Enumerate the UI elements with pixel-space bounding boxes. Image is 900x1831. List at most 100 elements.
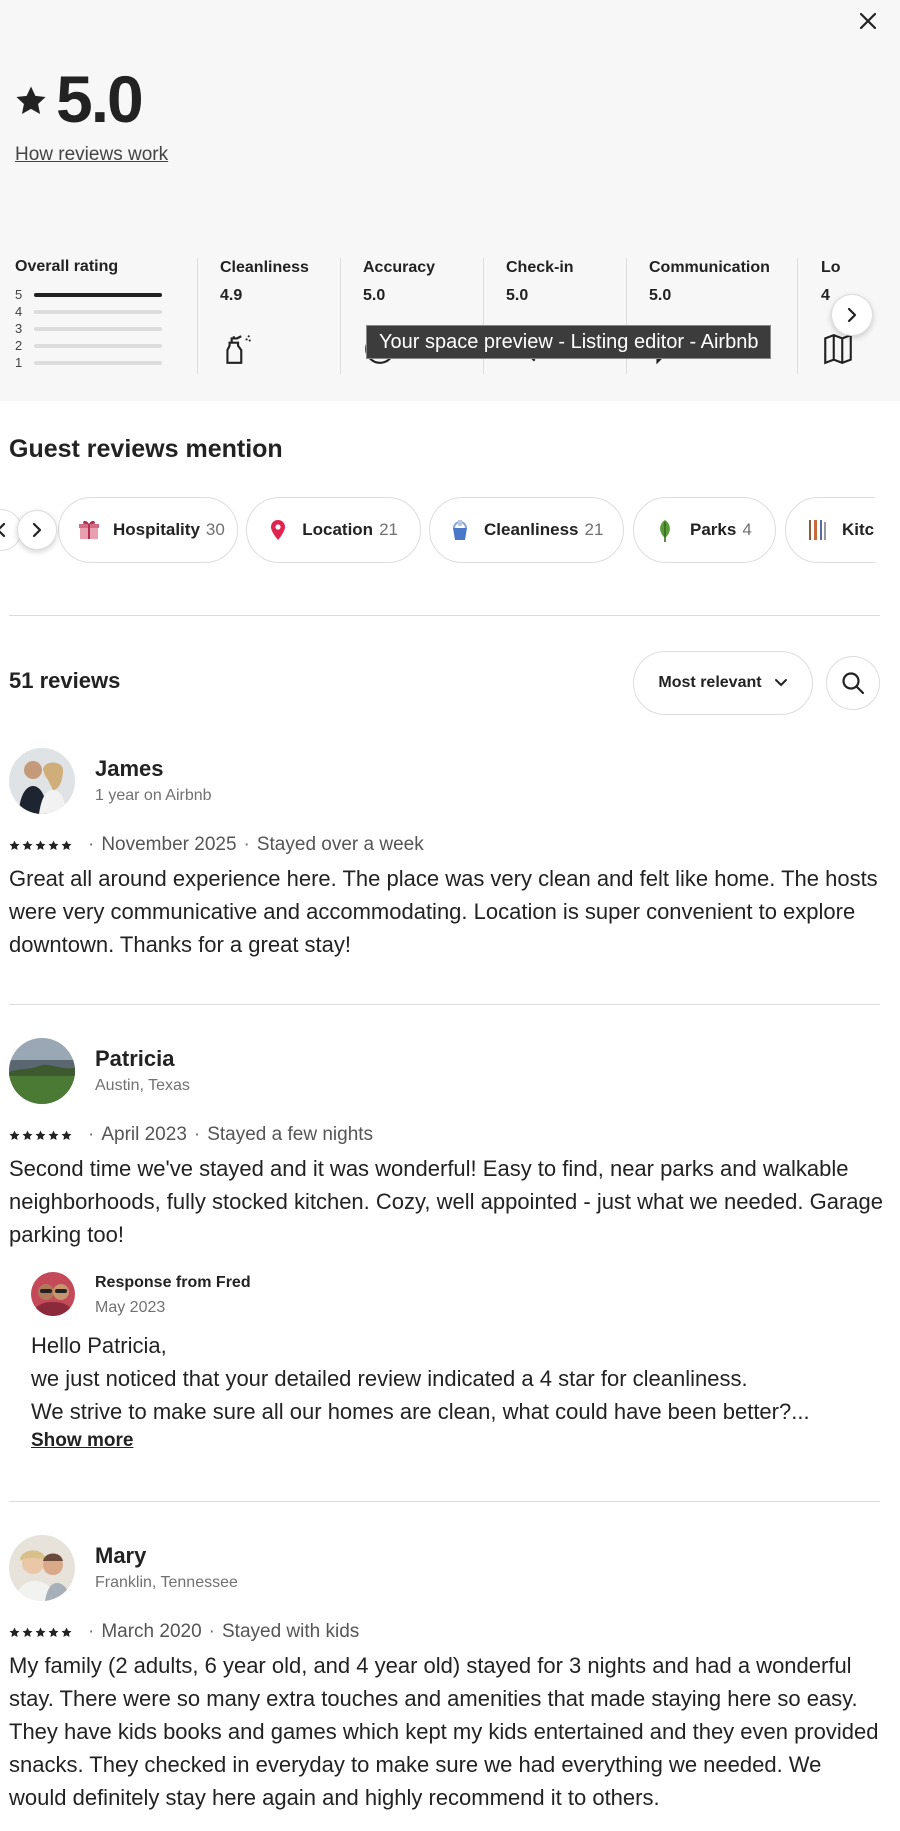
chip-label: Cleanliness — [484, 520, 579, 539]
chip-count: 30 — [205, 520, 225, 539]
rating-histogram: 5 4 3 2 1 — [15, 286, 175, 371]
star-icon — [16, 86, 46, 115]
divider — [9, 615, 880, 616]
close-button[interactable] — [855, 8, 881, 34]
overall-rating-display: 5.0 — [14, 62, 144, 136]
search-icon — [842, 672, 865, 695]
mentions-title: Guest reviews mention — [9, 435, 283, 463]
histogram-star-label: 5 — [15, 287, 23, 302]
sort-dropdown[interactable]: Most relevant — [633, 651, 813, 715]
stay-type: Stayed with kids — [222, 1621, 360, 1642]
utensils-icon — [804, 517, 830, 543]
histogram-row: 4 — [15, 303, 175, 320]
chip-parks[interactable]: Parks 4 — [633, 497, 776, 563]
review-text: My family (2 adults, 6 year old, and 4 y… — [9, 1653, 879, 1810]
chip-label: Parks — [690, 520, 737, 539]
chip-label: Hospitality — [113, 520, 200, 539]
chip-label: Location — [302, 520, 374, 539]
window-title-tooltip: Your space preview - Listing editor - Ai… — [366, 325, 772, 359]
cleaning-bucket-icon — [448, 517, 472, 543]
categories-next-button[interactable] — [831, 294, 873, 336]
reviewer-subtitle: Franklin, Tennessee — [95, 1574, 238, 1591]
separator: · — [88, 1621, 95, 1642]
ratings-summary-panel: 5.0 How reviews work Overall rating 5 4 3 2… — [0, 0, 900, 401]
overall-rating-value: 5.0 — [56, 62, 144, 136]
histogram-star-label: 3 — [15, 321, 23, 336]
reviews-count: 51 reviews — [9, 668, 121, 693]
histogram-track — [34, 360, 162, 365]
spray-bottle-icon — [226, 335, 251, 364]
response-text: Hello Patricia, we just noticed that you… — [31, 1329, 884, 1428]
chevron-down-icon — [774, 679, 787, 687]
avatar — [9, 1038, 75, 1104]
histogram-row: 2 — [15, 337, 175, 354]
histogram-row: 1 — [15, 354, 175, 371]
avatar — [9, 748, 75, 814]
response-line: Hello Patricia, — [31, 1333, 167, 1358]
map-icon — [824, 333, 852, 365]
histogram-star-label: 4 — [15, 304, 23, 319]
histogram-track — [34, 309, 162, 314]
five-stars-icon — [9, 1627, 75, 1638]
review-meta: · April 2023 · Stayed a few nights — [9, 1124, 373, 1146]
response-line: We strive to make sure all our homes are… — [31, 1399, 810, 1424]
gift-icon — [77, 517, 101, 543]
review-date: April 2023 — [101, 1124, 187, 1145]
histogram-row: 3 — [15, 320, 175, 337]
separator: · — [88, 1124, 95, 1145]
stay-type: Stayed over a week — [256, 834, 424, 855]
show-more-link[interactable]: Show more — [31, 1430, 133, 1452]
host-avatar — [31, 1272, 75, 1316]
review-item: James 1 year on Airbnb · November 2025 ·… — [9, 748, 884, 957]
category-value: 5.0 — [649, 287, 672, 304]
category-label: Lo — [821, 259, 841, 276]
histogram-star-label: 2 — [15, 338, 23, 353]
chevron-right-icon — [32, 522, 42, 538]
chip-kitchen[interactable]: Kitc — [785, 497, 875, 563]
mentions-chip-row: Hospitality 30 Location 21 Cleanliness 2… — [58, 497, 875, 563]
review-text: Great all around experience here. The pl… — [9, 866, 878, 957]
chip-count: 21 — [584, 520, 604, 539]
response-from: Response from Fred — [95, 1274, 251, 1291]
mentions-next-button[interactable] — [17, 510, 57, 550]
category-label: Accuracy — [363, 259, 436, 276]
host-response: Response from Fred May 2023 Hello Patric… — [31, 1272, 884, 1472]
review-item: Patricia Austin, Texas · April 2023 · St… — [9, 1038, 884, 1458]
response-date: May 2023 — [95, 1299, 166, 1316]
how-reviews-work-link[interactable]: How reviews work — [15, 144, 168, 166]
review-meta: · March 2020 · Stayed with kids — [9, 1621, 359, 1643]
histogram-track — [34, 292, 162, 297]
chevron-left-icon — [0, 522, 6, 538]
review-text: Second time we've stayed and it was wond… — [9, 1156, 883, 1247]
chip-count: 4 — [742, 520, 752, 539]
category-value: 4.9 — [220, 287, 243, 304]
chip-hospitality[interactable]: Hospitality 30 — [58, 497, 238, 563]
histogram-row: 5 — [15, 286, 175, 303]
chip-location[interactable]: Location 21 — [246, 497, 421, 563]
histogram-fill — [34, 292, 162, 297]
reviewer-name: Patricia — [95, 1046, 175, 1071]
category-value: 5.0 — [506, 287, 529, 304]
five-stars-icon — [9, 840, 75, 851]
overall-rating-breakdown: Overall rating 5 4 3 2 1 — [15, 258, 175, 371]
category-cleanliness: Cleanliness 4.9 — [198, 258, 340, 374]
stay-type: Stayed a few nights — [207, 1124, 374, 1145]
separator: · — [243, 834, 250, 855]
five-stars-icon — [9, 1130, 75, 1141]
chevron-right-icon — [847, 307, 857, 323]
review-meta: · November 2025 · Stayed over a week — [9, 834, 424, 856]
review-date: March 2020 — [101, 1621, 202, 1642]
reviewer-name: James — [95, 756, 164, 781]
category-label: Communication — [649, 259, 770, 276]
separator: · — [193, 1124, 201, 1145]
category-value: 5.0 — [363, 287, 386, 304]
separator: · — [88, 834, 95, 855]
chip-count: 21 — [379, 520, 398, 539]
divider — [9, 1501, 880, 1502]
search-reviews-button[interactable] — [826, 656, 880, 710]
chip-cleanliness[interactable]: Cleanliness 21 — [429, 497, 624, 563]
review-item: Mary Franklin, Tennessee · March 2020 · … — [9, 1535, 884, 1831]
reviewer-subtitle: Austin, Texas — [95, 1077, 190, 1094]
map-pin-icon — [265, 517, 290, 543]
response-line: we just noticed that your detailed revie… — [31, 1366, 748, 1391]
